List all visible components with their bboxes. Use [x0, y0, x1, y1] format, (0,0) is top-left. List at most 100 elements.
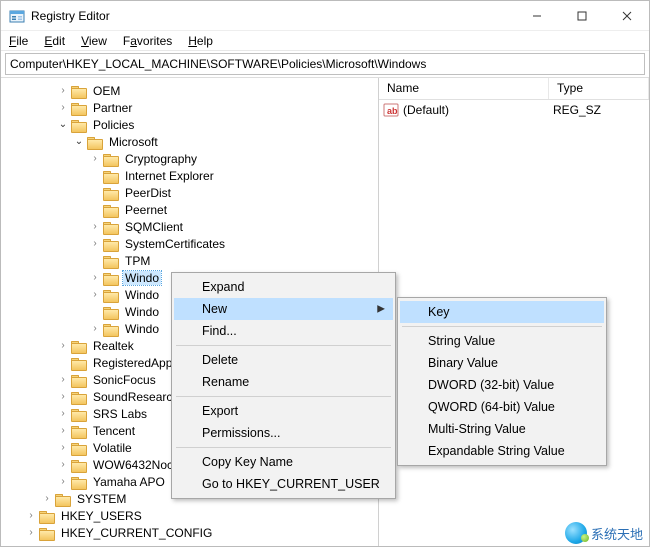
ctx-permissions[interactable]: Permissions...	[174, 422, 393, 444]
chevron-right-icon[interactable]: ›	[57, 85, 69, 97]
chevron-right-icon[interactable]: ›	[89, 238, 101, 250]
ctx-expand[interactable]: Expand	[174, 276, 393, 298]
chevron-right-icon[interactable]: ›	[25, 510, 37, 522]
folder-icon	[103, 288, 119, 302]
menu-separator	[176, 345, 391, 346]
chevron-right-icon[interactable]: ›	[89, 323, 101, 335]
tree-item-srslabs[interactable]: SRS Labs	[91, 407, 149, 421]
ctx-copy-key-name[interactable]: Copy Key Name	[174, 451, 393, 473]
new-string-value[interactable]: String Value	[400, 330, 604, 352]
column-name[interactable]: Name	[379, 78, 549, 99]
folder-icon	[87, 135, 103, 149]
window-title: Registry Editor	[31, 9, 110, 23]
tree-item-windows-selected[interactable]: Windo	[123, 271, 161, 285]
menu-favorites[interactable]: Favorites	[121, 33, 174, 49]
chevron-down-icon[interactable]: ⌄	[73, 136, 85, 148]
tree-item-oem[interactable]: OEM	[91, 84, 122, 98]
new-expandstring-value[interactable]: Expandable String Value	[400, 440, 604, 462]
chevron-right-icon[interactable]: ›	[57, 340, 69, 352]
values-header: Name Type	[379, 78, 649, 100]
tree-item-tpm[interactable]: TPM	[123, 254, 152, 268]
menu-separator	[176, 396, 391, 397]
folder-icon	[39, 526, 55, 540]
column-type[interactable]: Type	[549, 78, 649, 99]
svg-text:ab: ab	[387, 106, 398, 116]
folder-icon	[71, 441, 87, 455]
tree-item-systemcertificates[interactable]: SystemCertificates	[123, 237, 227, 251]
folder-icon	[103, 254, 119, 268]
tree-item-microsoft[interactable]: Microsoft	[107, 135, 160, 149]
menu-file[interactable]: File	[7, 33, 30, 49]
new-binary-value[interactable]: Binary Value	[400, 352, 604, 374]
folder-icon	[71, 118, 87, 132]
chevron-right-icon[interactable]: ›	[41, 493, 53, 505]
chevron-right-icon[interactable]: ›	[57, 408, 69, 420]
tree-item-wow6432[interactable]: WOW6432Noc	[91, 458, 175, 472]
chevron-right-icon[interactable]: ›	[57, 374, 69, 386]
menu-edit[interactable]: Edit	[42, 33, 67, 49]
tree-item-partner[interactable]: Partner	[91, 101, 134, 115]
folder-icon	[103, 322, 119, 336]
ctx-new[interactable]: New ▶	[174, 298, 393, 320]
folder-icon	[71, 356, 87, 370]
folder-icon	[71, 407, 87, 421]
ctx-find[interactable]: Find...	[174, 320, 393, 342]
chevron-right-icon[interactable]: ›	[57, 442, 69, 454]
chevron-down-icon[interactable]: ⌄	[57, 119, 69, 131]
tree-item-volatile[interactable]: Volatile	[91, 441, 134, 455]
folder-icon	[103, 237, 119, 251]
folder-icon	[103, 169, 119, 183]
value-name: (Default)	[403, 103, 553, 117]
tree-item-windows-3[interactable]: Windo	[123, 305, 161, 319]
chevron-right-icon[interactable]: ›	[57, 391, 69, 403]
tree-item-realtek[interactable]: Realtek	[91, 339, 136, 353]
ctx-delete[interactable]: Delete	[174, 349, 393, 371]
folder-icon	[103, 271, 119, 285]
tree-item-hkusers[interactable]: HKEY_USERS	[59, 509, 144, 523]
folder-icon	[71, 84, 87, 98]
tree-item-ie[interactable]: Internet Explorer	[123, 169, 216, 183]
tree-item-hkcc[interactable]: HKEY_CURRENT_CONFIG	[59, 526, 214, 540]
globe-icon	[565, 522, 587, 544]
value-row[interactable]: ab (Default) REG_SZ	[379, 100, 649, 120]
address-text: Computer\HKEY_LOCAL_MACHINE\SOFTWARE\Pol…	[10, 57, 426, 71]
tree-item-policies[interactable]: Policies	[91, 118, 136, 132]
minimize-button[interactable]	[514, 1, 559, 31]
tree-item-system[interactable]: SYSTEM	[75, 492, 128, 506]
tree-item-tencent[interactable]: Tencent	[91, 424, 137, 438]
chevron-right-icon[interactable]: ›	[57, 459, 69, 471]
chevron-right-icon[interactable]: ›	[89, 221, 101, 233]
ctx-export[interactable]: Export	[174, 400, 393, 422]
tree-item-cryptography[interactable]: Cryptography	[123, 152, 199, 166]
chevron-right-icon[interactable]: ›	[25, 527, 37, 539]
chevron-right-icon[interactable]: ›	[57, 102, 69, 114]
folder-icon	[71, 458, 87, 472]
ctx-rename[interactable]: Rename	[174, 371, 393, 393]
address-bar[interactable]: Computer\HKEY_LOCAL_MACHINE\SOFTWARE\Pol…	[5, 53, 645, 75]
maximize-button[interactable]	[559, 1, 604, 31]
new-multistring-value[interactable]: Multi-String Value	[400, 418, 604, 440]
chevron-right-icon[interactable]: ›	[57, 476, 69, 488]
tree-item-windows-2[interactable]: Windo	[123, 288, 161, 302]
menu-view[interactable]: View	[79, 33, 109, 49]
tree-item-windows-4[interactable]: Windo	[123, 322, 161, 336]
new-submenu: Key String Value Binary Value DWORD (32-…	[397, 297, 607, 466]
chevron-right-icon[interactable]: ›	[89, 289, 101, 301]
tree-item-soundresearch[interactable]: SoundResearch	[91, 390, 181, 404]
menu-help[interactable]: Help	[186, 33, 215, 49]
chevron-right-icon[interactable]: ›	[57, 425, 69, 437]
tree-item-peerdist[interactable]: PeerDist	[123, 186, 173, 200]
new-dword-value[interactable]: DWORD (32-bit) Value	[400, 374, 604, 396]
ctx-goto-hkcu[interactable]: Go to HKEY_CURRENT_USER	[174, 473, 393, 495]
new-key[interactable]: Key	[400, 301, 604, 323]
chevron-right-icon[interactable]: ›	[89, 272, 101, 284]
tree-item-sqmclient[interactable]: SQMClient	[123, 220, 185, 234]
tree-item-yamaha[interactable]: Yamaha APO	[91, 475, 167, 489]
new-qword-value[interactable]: QWORD (64-bit) Value	[400, 396, 604, 418]
tree-item-peernet[interactable]: Peernet	[123, 203, 169, 217]
string-value-icon: ab	[383, 102, 399, 118]
close-button[interactable]	[604, 1, 649, 31]
chevron-right-icon[interactable]: ›	[89, 153, 101, 165]
tree-item-sonicfocus[interactable]: SonicFocus	[91, 373, 158, 387]
tree-item-registeredapp[interactable]: RegisteredApp	[91, 356, 174, 370]
